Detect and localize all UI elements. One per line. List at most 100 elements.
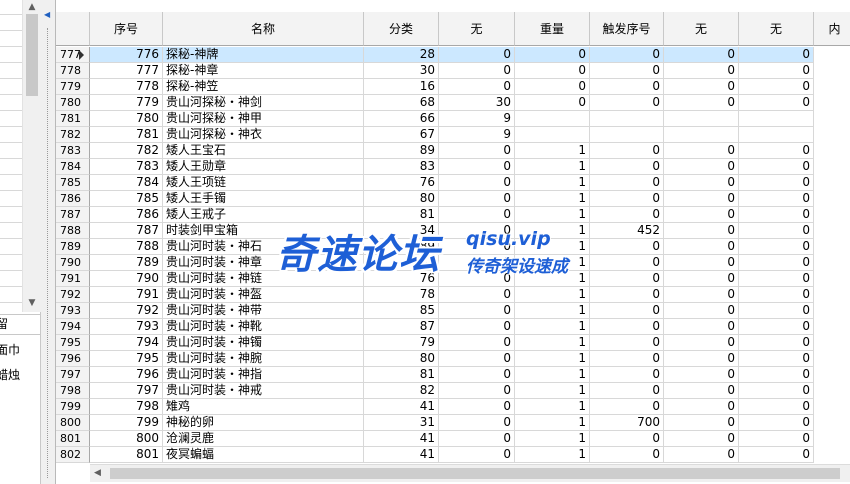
table-cell[interactable]: 0: [439, 351, 515, 367]
table-cell[interactable]: 贵山河探秘・神甲: [163, 111, 364, 127]
table-cell[interactable]: 1: [515, 319, 590, 335]
table-cell[interactable]: 68: [364, 95, 439, 111]
table-cell[interactable]: 0: [664, 319, 739, 335]
table-cell[interactable]: 0: [664, 399, 739, 415]
table-cell[interactable]: 9: [439, 111, 515, 127]
row-header-cell[interactable]: 794: [56, 319, 90, 335]
table-cell[interactable]: 0: [590, 239, 664, 255]
table-cell[interactable]: 贵山河探秘・神衣: [163, 127, 364, 143]
row-header-cell[interactable]: 790: [56, 255, 90, 271]
table-cell[interactable]: 0: [739, 335, 814, 351]
table-cell[interactable]: 0: [739, 351, 814, 367]
table-cell[interactable]: 0: [515, 79, 590, 95]
row-header-cell[interactable]: 793: [56, 303, 90, 319]
row-header-cell[interactable]: 786: [56, 191, 90, 207]
column-header[interactable]: 无: [664, 12, 739, 46]
scroll-up-icon[interactable]: ▲: [23, 0, 41, 14]
table-cell[interactable]: 797: [90, 383, 163, 399]
table-cell[interactable]: 贵山河时装・神戒: [163, 383, 364, 399]
table-cell[interactable]: 沧澜灵鹿: [163, 431, 364, 447]
row-header-cell[interactable]: 787: [56, 207, 90, 223]
table-cell[interactable]: 0: [590, 207, 664, 223]
table-cell[interactable]: 79: [364, 335, 439, 351]
table-cell[interactable]: 0: [739, 431, 814, 447]
table-cell[interactable]: 0: [739, 63, 814, 79]
table-cell[interactable]: 0: [664, 63, 739, 79]
table-cell[interactable]: 0: [590, 303, 664, 319]
table-cell[interactable]: 神秘的卵: [163, 415, 364, 431]
table-cell[interactable]: 1: [515, 447, 590, 463]
table-cell[interactable]: 793: [90, 319, 163, 335]
table-cell[interactable]: 1: [515, 191, 590, 207]
table-cell[interactable]: 801: [90, 447, 163, 463]
table-cell[interactable]: 1: [515, 287, 590, 303]
table-cell[interactable]: 0: [590, 399, 664, 415]
table-cell[interactable]: 0: [590, 143, 664, 159]
table-cell[interactable]: 83: [364, 159, 439, 175]
table-cell[interactable]: 82: [364, 383, 439, 399]
table-cell[interactable]: 0: [439, 79, 515, 95]
left-list[interactable]: [0, 0, 22, 312]
row-header-cell[interactable]: 777: [56, 47, 90, 63]
table-cell[interactable]: 0: [439, 143, 515, 159]
table-cell[interactable]: 0: [739, 255, 814, 271]
table-cell[interactable]: 0: [664, 271, 739, 287]
table-cell[interactable]: 81: [364, 207, 439, 223]
table-cell[interactable]: 贵山河时装・神靴: [163, 319, 364, 335]
left-list-item[interactable]: 蜡烛: [0, 366, 40, 384]
table-cell[interactable]: 0: [439, 335, 515, 351]
row-header-cell[interactable]: 778: [56, 63, 90, 79]
table-cell[interactable]: 0: [664, 79, 739, 95]
table-cell[interactable]: 0: [739, 47, 814, 63]
table-cell[interactable]: 30: [364, 63, 439, 79]
table-cell[interactable]: 452: [590, 223, 664, 239]
table-cell[interactable]: 67: [364, 127, 439, 143]
table-cell[interactable]: 矮人王手镯: [163, 191, 364, 207]
row-header-cell[interactable]: 782: [56, 127, 90, 143]
table-cell[interactable]: 0: [739, 399, 814, 415]
column-header[interactable]: 无: [739, 12, 814, 46]
table-cell[interactable]: 78: [364, 287, 439, 303]
table-cell[interactable]: 0: [439, 175, 515, 191]
table-cell[interactable]: 66: [364, 111, 439, 127]
table-cell[interactable]: 0: [739, 287, 814, 303]
table-cell[interactable]: 776: [90, 47, 163, 63]
left-list-header[interactable]: 留: [0, 314, 40, 335]
row-header-cell[interactable]: 797: [56, 367, 90, 383]
row-header-cell[interactable]: 796: [56, 351, 90, 367]
table-cell[interactable]: 0: [439, 383, 515, 399]
table-cell[interactable]: 0: [739, 239, 814, 255]
table-cell[interactable]: 0: [439, 207, 515, 223]
table-cell[interactable]: 1: [515, 351, 590, 367]
table-cell[interactable]: 782: [90, 143, 163, 159]
table-cell[interactable]: 1: [515, 335, 590, 351]
table-cell[interactable]: 0: [439, 367, 515, 383]
table-cell[interactable]: 0: [739, 415, 814, 431]
row-header-cell[interactable]: 800: [56, 415, 90, 431]
row-header-cell[interactable]: 799: [56, 399, 90, 415]
table-cell[interactable]: 0: [739, 223, 814, 239]
table-cell[interactable]: 贵山河时装・神指: [163, 367, 364, 383]
table-cell[interactable]: 0: [590, 351, 664, 367]
table-cell[interactable]: 0: [590, 63, 664, 79]
table-cell[interactable]: 0: [590, 47, 664, 63]
table-cell[interactable]: 41: [364, 447, 439, 463]
table-cell[interactable]: 0: [590, 367, 664, 383]
table-cell[interactable]: 0: [664, 207, 739, 223]
table-cell[interactable]: [664, 127, 739, 143]
table-cell[interactable]: 矮人王项链: [163, 175, 364, 191]
table-cell[interactable]: 0: [664, 95, 739, 111]
table-cell[interactable]: 792: [90, 303, 163, 319]
column-header[interactable]: 名称: [163, 12, 364, 46]
table-cell[interactable]: 贵山河时装・神盔: [163, 287, 364, 303]
table-cell[interactable]: 0: [739, 79, 814, 95]
table-cell[interactable]: 0: [664, 287, 739, 303]
table-cell[interactable]: 1: [515, 159, 590, 175]
table-cell[interactable]: 0: [739, 447, 814, 463]
collapse-left-icon[interactable]: ◀: [44, 10, 50, 19]
table-cell[interactable]: 1: [515, 399, 590, 415]
table-cell[interactable]: 0: [439, 159, 515, 175]
scroll-left-icon[interactable]: ◀: [94, 468, 101, 478]
table-cell[interactable]: 0: [439, 47, 515, 63]
table-cell[interactable]: 1: [515, 175, 590, 191]
